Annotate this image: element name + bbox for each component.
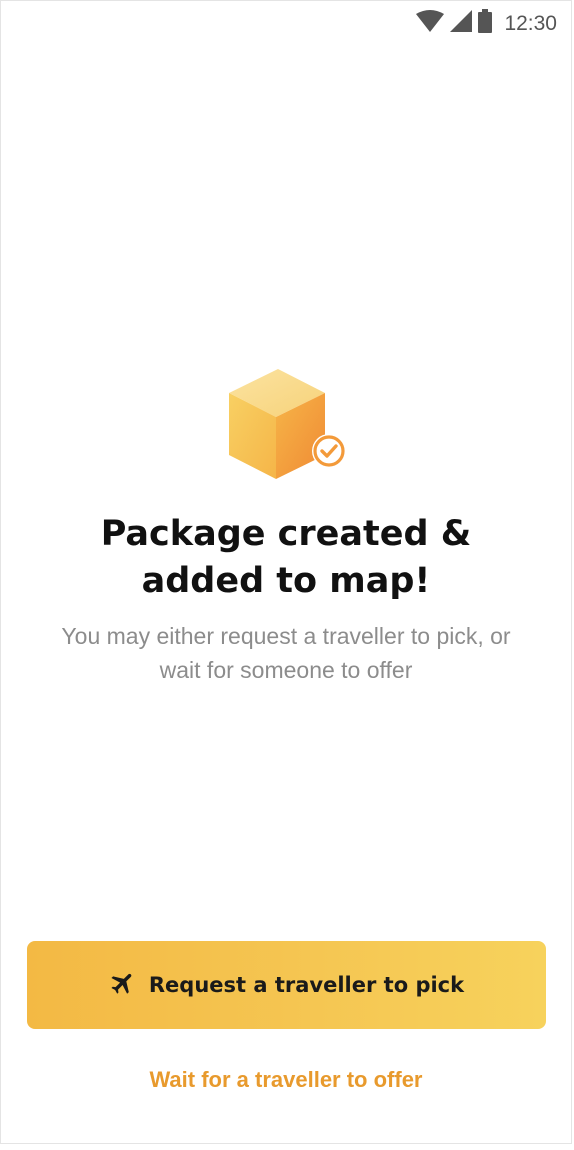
wifi-icon — [416, 10, 445, 37]
wait-traveller-link[interactable]: Wait for a traveller to offer — [1, 1067, 571, 1093]
airplane-icon — [109, 969, 137, 1002]
battery-icon — [478, 9, 493, 38]
status-bar: 12:30 — [1, 1, 571, 45]
status-time: 12:30 — [504, 11, 557, 35]
page-title: Package created & added to map! — [100, 514, 472, 601]
hero — [1, 363, 571, 488]
cell-signal-icon — [450, 10, 473, 37]
request-traveller-button[interactable]: Request a traveller to pick — [27, 941, 546, 1029]
request-traveller-label: Request a traveller to pick — [148, 973, 465, 997]
status-icons: 12:30 — [416, 9, 557, 38]
page-subtitle: You may either request a traveller to pi… — [61, 623, 511, 683]
package-box-check-icon — [221, 363, 351, 488]
screen: 12:30 Package created & added to map! Yo… — [0, 0, 572, 1144]
